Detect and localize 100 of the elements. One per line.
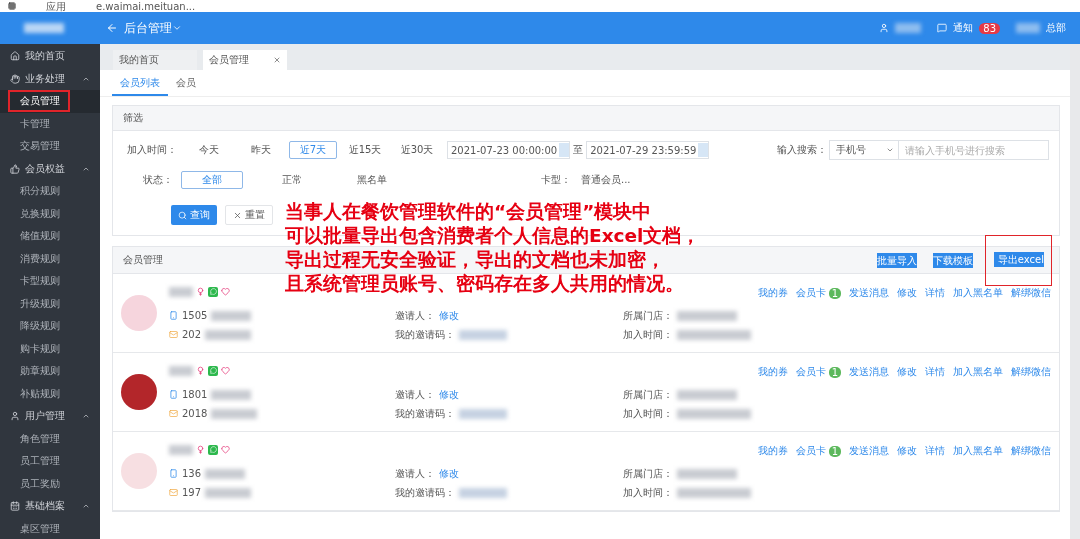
female-icon: [196, 445, 205, 454]
blurred-username: [895, 23, 922, 33]
member-action-link[interactable]: 我的券: [757, 444, 788, 458]
sidebar-item[interactable]: 交易管理: [0, 135, 100, 158]
time-option[interactable]: 昨天: [237, 141, 285, 159]
member-action-link[interactable]: 修改: [897, 365, 917, 379]
sidebar-group[interactable]: 我的首页: [0, 45, 100, 68]
back-icon[interactable]: [106, 22, 118, 34]
member-action-link[interactable]: 修改: [897, 286, 917, 300]
member-action-link[interactable]: 解绑微信: [1011, 286, 1051, 300]
sidebar-item-label: 消费规则: [19, 251, 61, 266]
close-icon[interactable]: [273, 56, 281, 64]
date-separator: 至: [573, 143, 584, 157]
panel-button[interactable]: 导出excel: [984, 234, 1052, 286]
reset-button[interactable]: 重置: [225, 205, 273, 225]
date-from-field[interactable]: 2021-07-23 00:00:00: [447, 141, 571, 159]
message-icon: [937, 23, 948, 33]
time-option[interactable]: 近30天: [393, 141, 441, 159]
edit-link[interactable]: 修改: [439, 466, 459, 481]
time-option[interactable]: 近7天: [289, 141, 337, 159]
blurred-text: [211, 310, 252, 321]
sub-tab[interactable]: 会员: [168, 72, 204, 96]
sidebar-item[interactable]: 员工管理: [0, 450, 100, 473]
member-action-link[interactable]: 解绑微信: [1011, 444, 1051, 458]
time-option[interactable]: 近15天: [341, 141, 389, 159]
field-label: 邀请人：: [395, 387, 435, 402]
status-option[interactable]: 全部: [181, 171, 243, 189]
annotation-text: 当事人在餐饮管理软件的“会员管理”模块中 可以批量导出包含消费者个人信息的Excel文档， 导出过程无安全验证，导出的文档也未加密， 且系统管理员账号、密码存在多人共用的情况。: [285, 200, 701, 296]
sidebar-item-label: 员工奖励: [19, 476, 61, 491]
wechat-icon: [208, 444, 218, 455]
member-action-link[interactable]: 会员卡 1: [795, 365, 841, 379]
member-action-link[interactable]: 发送消息: [849, 444, 889, 458]
user-icon: [10, 411, 20, 422]
bookmark-link[interactable]: e.waimai.meituan...: [96, 0, 196, 12]
sidebar-item[interactable]: 兑换规则: [0, 202, 100, 225]
calendar-icon: [10, 501, 20, 512]
status-option[interactable]: 正常: [261, 171, 323, 189]
sidebar-item-label: 卡型规则: [19, 274, 61, 289]
user-icon: [879, 23, 890, 33]
sidebar-item[interactable]: 员工奖励: [0, 472, 100, 495]
date-text: 2018: [182, 408, 208, 419]
thumbs-up-icon: [10, 163, 20, 174]
sidebar-item[interactable]: 会员管理: [0, 90, 100, 113]
page-tab[interactable]: 会员管理: [203, 50, 287, 70]
notice-link[interactable]: 通知: [953, 21, 974, 35]
member-action-link[interactable]: 我的券: [757, 286, 788, 300]
sidebar-item[interactable]: 补贴规则: [0, 382, 100, 405]
sidebar-group[interactable]: 用户管理: [0, 405, 100, 428]
status-option[interactable]: 黑名单: [341, 171, 403, 189]
member-action-link[interactable]: 会员卡 1: [795, 444, 841, 458]
sidebar-group[interactable]: 会员权益: [0, 157, 100, 180]
edit-link[interactable]: 修改: [439, 387, 459, 402]
member-action-link[interactable]: 发送消息: [849, 365, 889, 379]
sidebar-group[interactable]: 业务处理: [0, 67, 100, 90]
member-action-link[interactable]: 详情: [925, 365, 945, 379]
search-type-select[interactable]: 手机号: [829, 140, 899, 160]
card-type-value[interactable]: 普通会员...: [581, 173, 631, 187]
member-action-link[interactable]: 加入黑名单: [953, 444, 1003, 458]
sidebar-item[interactable]: 储值规则: [0, 225, 100, 248]
member-action-link[interactable]: 发送消息: [849, 286, 889, 300]
page-tab[interactable]: 我的首页: [113, 50, 197, 70]
search-field[interactable]: 请输入手机号进行搜索: [899, 140, 1049, 160]
bookmark-link[interactable]: 应用: [46, 0, 66, 12]
panel-title: 会员管理: [123, 253, 163, 267]
sub-tab[interactable]: 会员列表: [112, 72, 168, 96]
sidebar-item[interactable]: 桌区管理: [0, 517, 100, 539]
member-action-link[interactable]: 我的券: [757, 365, 788, 379]
member-action-link[interactable]: 修改: [897, 444, 917, 458]
member-action-link[interactable]: 加入黑名单: [953, 286, 1003, 300]
time-option[interactable]: 今天: [185, 141, 233, 159]
query-button[interactable]: 查询: [171, 205, 217, 225]
blurred-text: [205, 329, 252, 340]
sidebar-item[interactable]: 勋章规则: [0, 360, 100, 383]
panel-title: 筛选: [123, 111, 143, 125]
field-label: 所属门店：: [623, 387, 673, 402]
date-text: 202: [182, 329, 202, 340]
field-label: 我的邀请码：: [395, 485, 455, 500]
member-action-link[interactable]: 详情: [925, 444, 945, 458]
sidebar-item[interactable]: 升级规则: [0, 292, 100, 315]
date-to-field[interactable]: 2021-07-29 23:59:59: [586, 141, 710, 159]
sidebar-item-label: 员工管理: [19, 454, 61, 469]
sidebar-item[interactable]: 卡型规则: [0, 270, 100, 293]
sidebar-group[interactable]: 基础档案: [0, 495, 100, 518]
sidebar-item[interactable]: 消费规则: [0, 247, 100, 270]
field-label: 邀请人：: [395, 308, 435, 323]
member-action-link[interactable]: 会员卡 1: [795, 286, 841, 300]
sidebar-item[interactable]: 购卡规则: [0, 337, 100, 360]
caret-icon[interactable]: [172, 23, 182, 33]
mail-icon: [169, 330, 178, 339]
field-label: 所属门店：: [623, 308, 673, 323]
org-name[interactable]: 总部: [1046, 21, 1066, 35]
sidebar-item[interactable]: 角色管理: [0, 427, 100, 450]
sidebar-item[interactable]: 卡管理: [0, 112, 100, 135]
member-action-link[interactable]: 解绑微信: [1011, 365, 1051, 379]
member-action-link[interactable]: 加入黑名单: [953, 365, 1003, 379]
edit-link[interactable]: 修改: [439, 308, 459, 323]
member-action-link[interactable]: 详情: [925, 286, 945, 300]
sidebar-item[interactable]: 降级规则: [0, 315, 100, 338]
app-title[interactable]: 后台管理: [124, 19, 172, 37]
sidebar-item[interactable]: 积分规则: [0, 180, 100, 203]
